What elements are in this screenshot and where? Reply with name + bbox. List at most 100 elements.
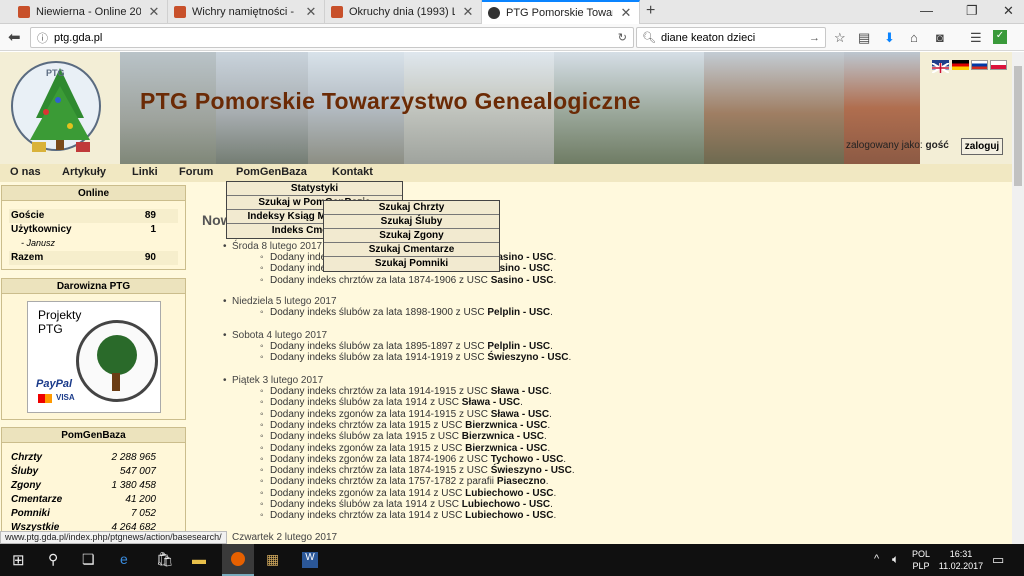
- back-icon[interactable]: ⬅: [8, 28, 21, 46]
- news-item: Dodany indeks ślubów za lata 1895-1897 z…: [260, 341, 553, 352]
- store-icon[interactable]: 🛍︎: [156, 551, 174, 568]
- submenu-item-sluby[interactable]: Szukaj Śluby: [324, 215, 499, 229]
- ptg-seal-icon: [76, 320, 158, 402]
- news-item-place-link[interactable]: Sława - USC: [491, 409, 549, 420]
- submenu-item-pomniki[interactable]: Szukaj Pomniki: [324, 257, 499, 271]
- reload-icon[interactable]: ↻: [618, 31, 627, 44]
- search-submenu: Szukaj Chrzty Szukaj Śluby Szukaj Zgony …: [323, 200, 500, 272]
- info-icon[interactable]: ⓘ: [37, 30, 48, 46]
- news-item-place-link[interactable]: Tychowo - USC: [491, 454, 564, 465]
- pomgenbaza-row: Chrzty 2 288 965: [11, 452, 156, 463]
- minimize-icon[interactable]: —: [920, 3, 933, 18]
- close-tab-icon[interactable]: ✕: [147, 4, 161, 20]
- news-item-place-link[interactable]: Lubiechowo - USC: [462, 499, 550, 510]
- news-list: Środa 8 lutego 2017 Dodany indeks zgonów …: [210, 52, 1000, 544]
- close-tab-icon[interactable]: ✕: [304, 4, 318, 20]
- tab-2[interactable]: Wichry namiętności - Leg...✕: [168, 0, 325, 24]
- menu-item-o-nas[interactable]: O nas: [10, 166, 41, 178]
- news-item-place-link[interactable]: Pelplin - USC: [487, 307, 550, 318]
- close-tab-icon[interactable]: ✕: [461, 4, 475, 20]
- news-item: Dodany indeks zgonów za lata 1915 z USC …: [260, 443, 550, 454]
- new-tab-icon[interactable]: +: [646, 2, 655, 20]
- pomgenbaza-row: Zgony 1 380 458: [11, 480, 156, 491]
- menu-item-artykuly[interactable]: Artykuły: [62, 166, 106, 178]
- site-favicon-icon: [331, 6, 343, 18]
- firefox-taskbar-icon[interactable]: [222, 544, 254, 576]
- news-item: Dodany indeks ślubów za lata 1914 z USC …: [260, 499, 553, 510]
- restore-icon[interactable]: ❐: [966, 3, 978, 19]
- word-taskbar-icon[interactable]: W: [302, 552, 318, 568]
- submenu-item-chrzty[interactable]: Szukaj Chrzty: [324, 201, 499, 215]
- status-bar-url: www.ptg.gda.pl/index.php/ptgnews/action/…: [0, 531, 227, 544]
- scrollbar-thumb[interactable]: [1014, 66, 1022, 186]
- menu-icon[interactable]: ☰: [970, 30, 982, 46]
- news-item: Dodany indeks chrztów za lata 1757-1782 …: [260, 476, 548, 487]
- clock[interactable]: 16:31 11.02.2017: [937, 548, 985, 572]
- news-item-place-link[interactable]: Bierzwnica - USC: [462, 431, 544, 442]
- paypal-donate-button[interactable]: Projekty PTG PayPal VISA: [27, 301, 161, 413]
- addon-icon[interactable]: ✓: [993, 30, 1007, 44]
- pomgenbaza-box: PomGenBaza Chrzty 2 288 965 Śluby 547 007 Zg…: [1, 427, 186, 544]
- news-item-place-link[interactable]: Sasino - USC: [491, 252, 554, 263]
- news-item: Dodany indeks ślubów za lata 1898-1900 z…: [260, 307, 553, 318]
- donation-box: Darowizna PTG Projekty PTG PayPal VISA: [1, 278, 186, 420]
- tab-3[interactable]: Okruchy dnia (1993) Lekto...✕: [325, 0, 482, 24]
- reading-list-icon[interactable]: ▤: [858, 30, 870, 46]
- file-explorer-icon[interactable]: ▬: [192, 551, 206, 567]
- news-item-place-link[interactable]: Sława - USC: [462, 397, 520, 408]
- news-item-place-link[interactable]: Bierzwnica - USC: [465, 420, 547, 431]
- menu-item-forum[interactable]: Forum: [179, 166, 213, 178]
- volume-icon[interactable]: 🔈︎: [892, 552, 899, 567]
- download-icon[interactable]: ⬇: [884, 30, 895, 46]
- news-item-place-link[interactable]: Świeszyno - USC: [491, 465, 572, 476]
- nav-toolbar: ⬅ ⓘ ptg.gda.pl ↻ 🔍︎ diane keaton dzieci …: [0, 24, 1024, 51]
- windows-start-icon[interactable]: ⊞: [12, 551, 25, 569]
- online-title: Online: [2, 186, 185, 201]
- news-item: Dodany indeks zgonów za lata 1874-1906 z…: [260, 454, 566, 465]
- site-favicon-icon: [174, 6, 186, 18]
- submenu-item-cmentarze[interactable]: Szukaj Cmentarze: [324, 243, 499, 257]
- paypal-logo: PayPal: [36, 378, 73, 390]
- close-tab-icon[interactable]: ✕: [619, 5, 633, 21]
- pocket-icon[interactable]: ◙: [936, 30, 944, 45]
- news-item: Dodany indeks chrztów za lata 1915 z USC…: [260, 420, 550, 431]
- news-item-place-link[interactable]: Lubiechowo - USC: [465, 488, 553, 499]
- news-day-heading: Środa 8 lutego 2017: [223, 241, 322, 252]
- news-item: Dodany indeks chrztów za lata 1874-1915 …: [260, 465, 575, 476]
- close-window-icon[interactable]: ✕: [1003, 3, 1014, 19]
- edge-icon[interactable]: e: [120, 551, 128, 567]
- home-icon[interactable]: ⌂: [910, 30, 918, 45]
- search-go-icon[interactable]: →: [809, 32, 820, 44]
- url-bar[interactable]: ⓘ ptg.gda.pl ↻: [30, 27, 634, 48]
- news-item-place-link[interactable]: Świeszyno - USC: [487, 352, 568, 363]
- notifications-icon[interactable]: ▭: [992, 552, 1004, 568]
- taskbar: ⊞ ⚲ ❏ e 🛍︎ ▬ ▦ W ^ 🔈︎ POL PLP 16:31 11.02.…: [0, 544, 1024, 576]
- show-hidden-icons-icon[interactable]: ^: [874, 553, 879, 565]
- task-view-icon[interactable]: ❏: [82, 551, 95, 568]
- news-item: Dodany indeks chrztów za lata 1914 z USC…: [260, 510, 556, 521]
- news-item-place-link[interactable]: Piaseczno: [497, 476, 546, 487]
- news-item-place-link[interactable]: Pelplin - USC: [487, 341, 550, 352]
- pomgenbaza-row: Cmentarze 41 200: [11, 494, 156, 505]
- news-day-heading: Czwartek 2 lutego 2017: [223, 532, 337, 543]
- news-item-place-link[interactable]: Sasino - USC: [491, 275, 554, 286]
- language-indicator[interactable]: POL PLP: [908, 548, 934, 572]
- dropdown-item-statystyki[interactable]: Statystyki: [227, 182, 402, 196]
- menu-item-linki[interactable]: Linki: [132, 166, 158, 178]
- mastercard-icon: [38, 394, 52, 403]
- search-icon[interactable]: ⚲: [48, 551, 58, 568]
- app-taskbar-icon[interactable]: ▦: [266, 551, 279, 568]
- submenu-item-zgony[interactable]: Szukaj Zgony: [324, 229, 499, 243]
- bookmark-star-icon[interactable]: ☆: [834, 30, 846, 46]
- news-item-place-link[interactable]: Sława - USC: [491, 386, 549, 397]
- tab-1[interactable]: Niewierna - Online 2002 L...✕: [12, 0, 168, 24]
- pomgenbaza-stats: Chrzty 2 288 965 Śluby 547 007 Zgony 1 380 45…: [2, 443, 185, 535]
- page-scrollbar[interactable]: [1012, 52, 1024, 544]
- tab-4-active[interactable]: PTG Pomorskie Towarzyst...✕: [482, 0, 640, 24]
- news-item-place-link[interactable]: Bierzwnica - USC: [465, 443, 547, 454]
- ptg-logo[interactable]: PTG: [6, 56, 112, 162]
- news-item: Dodany indeks chrztów za lata 1874-1906 …: [260, 275, 556, 286]
- news-item: Dodany indeks chrztów za lata 1914-1915 …: [260, 386, 552, 397]
- search-input[interactable]: 🔍︎ diane keaton dzieci →: [636, 27, 826, 48]
- news-item-place-link[interactable]: Lubiechowo - USC: [465, 510, 553, 521]
